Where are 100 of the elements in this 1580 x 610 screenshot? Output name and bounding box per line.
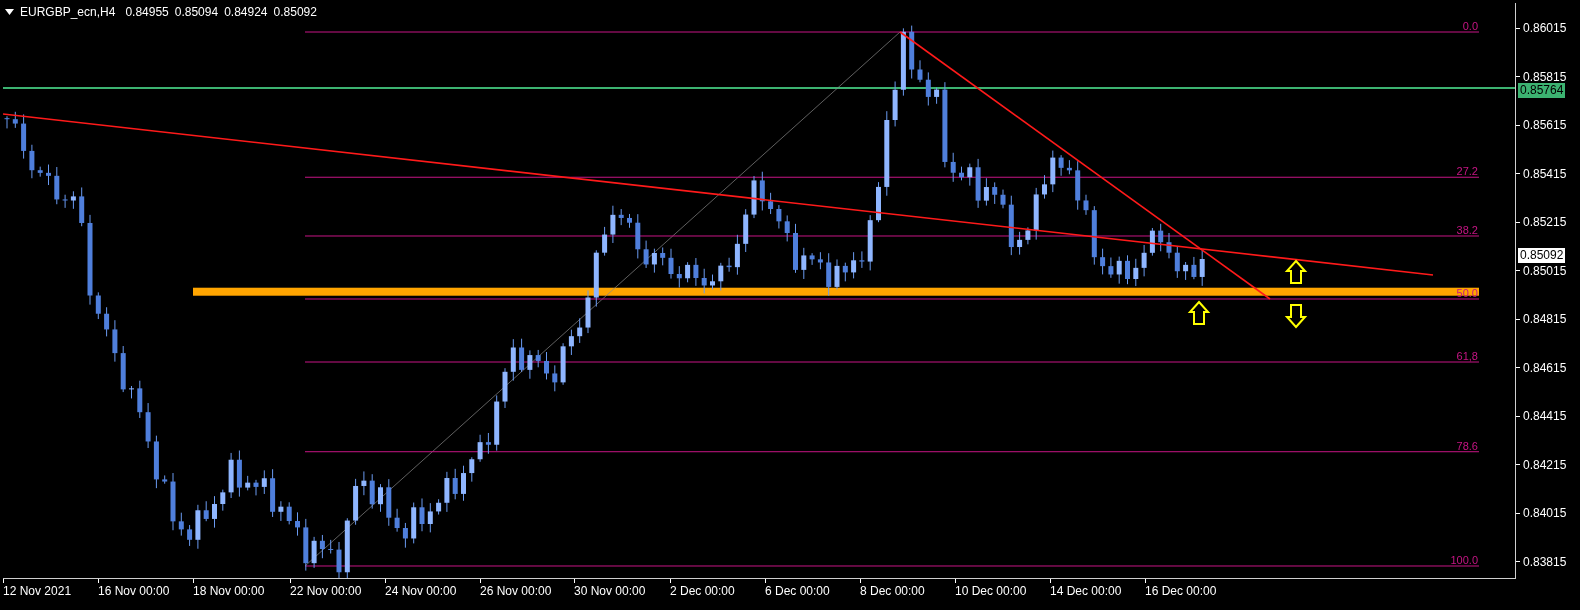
candlestick <box>411 502 417 544</box>
candlestick <box>353 478 359 526</box>
candlestick <box>4 115 10 129</box>
candlestick <box>137 380 143 419</box>
candlestick <box>1050 150 1056 193</box>
dropdown-icon[interactable] <box>5 9 14 15</box>
candlestick <box>826 252 832 297</box>
candlestick <box>1033 187 1039 241</box>
price-tick-label: 0.84215 <box>1523 457 1567 472</box>
candlestick <box>1166 232 1172 259</box>
candlestick <box>552 364 558 392</box>
up-arrow-icon <box>1284 259 1308 284</box>
candlestick <box>228 452 234 499</box>
candlestick <box>983 177 989 207</box>
candlestick <box>1008 195 1014 256</box>
candlestick <box>378 483 383 513</box>
price-value: 0.84955 <box>125 4 169 20</box>
candlestick <box>444 471 450 513</box>
candlestick <box>62 194 68 209</box>
candlestick <box>950 152 956 183</box>
candlestick <box>319 534 325 559</box>
candlestick <box>809 252 815 266</box>
candlestick <box>195 504 201 550</box>
fibonacci-label: 0.0 <box>1462 20 1478 32</box>
candlestick <box>651 248 657 274</box>
candlestick <box>726 257 732 273</box>
candlestick <box>129 385 134 399</box>
candlestick <box>925 71 931 107</box>
candlestick <box>54 166 60 205</box>
candlestick <box>892 80 898 127</box>
candlestick <box>1125 254 1130 285</box>
candlestick <box>535 349 541 368</box>
candlestick <box>851 251 857 279</box>
candlestick <box>768 192 774 215</box>
candlestick <box>187 524 193 547</box>
candlestick <box>1042 174 1047 200</box>
candlestick <box>402 522 408 549</box>
candlestick <box>718 262 724 291</box>
candlestick <box>1083 194 1089 216</box>
price-tick-label: 0.84415 <box>1523 409 1567 424</box>
candlestick <box>369 473 375 510</box>
candlestick <box>336 541 342 578</box>
candlestick <box>934 87 940 105</box>
candlestick <box>502 367 508 409</box>
candlestick <box>1000 189 1006 209</box>
candlestick <box>710 274 715 290</box>
symbol-label: EURGBP_ecn,H4 <box>20 4 116 20</box>
candlestick <box>610 205 616 244</box>
candlestick <box>1017 231 1023 256</box>
down-arrow-icon <box>1284 304 1308 329</box>
fibonacci-label: 38.2 <box>1456 224 1478 236</box>
price-tick-label: 0.86015 <box>1523 21 1567 35</box>
candlestick <box>635 213 641 259</box>
candlestick <box>585 289 591 334</box>
time-tick-label: 14 Dec 00:00 <box>1050 583 1122 599</box>
candlestick <box>1133 258 1139 287</box>
candlestick <box>527 349 533 380</box>
candlestick <box>734 234 740 276</box>
candlestick <box>660 246 666 266</box>
candlestick <box>295 511 300 537</box>
candlestick <box>618 208 624 226</box>
candlestick <box>386 478 392 527</box>
candlestick <box>676 265 682 288</box>
candlestick <box>743 208 749 253</box>
candlestick <box>29 144 35 179</box>
price-value: 0.85092 <box>273 4 317 20</box>
price-tick-label: 0.85815 <box>1523 69 1567 84</box>
candlestick <box>236 450 242 498</box>
candlestick <box>46 164 51 186</box>
candlestick <box>452 468 458 500</box>
time-tick-label: 30 Nov 00:00 <box>574 583 646 599</box>
candlestick <box>436 498 442 516</box>
candlestick <box>245 475 251 491</box>
candlestick <box>170 472 176 531</box>
price-tick-label: 0.85215 <box>1523 215 1567 230</box>
price-tick-label: 0.84615 <box>1523 360 1567 375</box>
line-price-marker: 0.85764 <box>1518 83 1566 98</box>
time-tick-label: 16 Nov 00:00 <box>98 583 170 599</box>
time-tick-label: 18 Nov 00:00 <box>193 583 265 599</box>
time-tick-label: 22 Nov 00:00 <box>290 583 362 599</box>
fibonacci-label: 78.6 <box>1456 439 1478 452</box>
candlestick <box>643 240 649 269</box>
candlestick <box>212 495 217 529</box>
candlestick <box>303 518 309 572</box>
candlestick <box>95 291 101 320</box>
candlestick <box>1091 205 1097 266</box>
candlestick <box>784 214 790 242</box>
time-tick-label: 8 Dec 00:00 <box>860 583 925 599</box>
candlestick <box>79 186 85 227</box>
candlestick <box>876 181 881 223</box>
candlestick <box>1025 226 1031 245</box>
candlestick <box>668 248 674 280</box>
candlestick <box>21 113 27 160</box>
time-tick-label: 2 Dec 00:00 <box>670 583 735 599</box>
candlestick <box>959 166 964 181</box>
fibonacci-label: 27.2 <box>1456 165 1478 178</box>
candlestick <box>867 214 873 271</box>
candlestick <box>394 508 400 533</box>
candlestick <box>510 338 516 382</box>
candlestick <box>261 469 267 495</box>
